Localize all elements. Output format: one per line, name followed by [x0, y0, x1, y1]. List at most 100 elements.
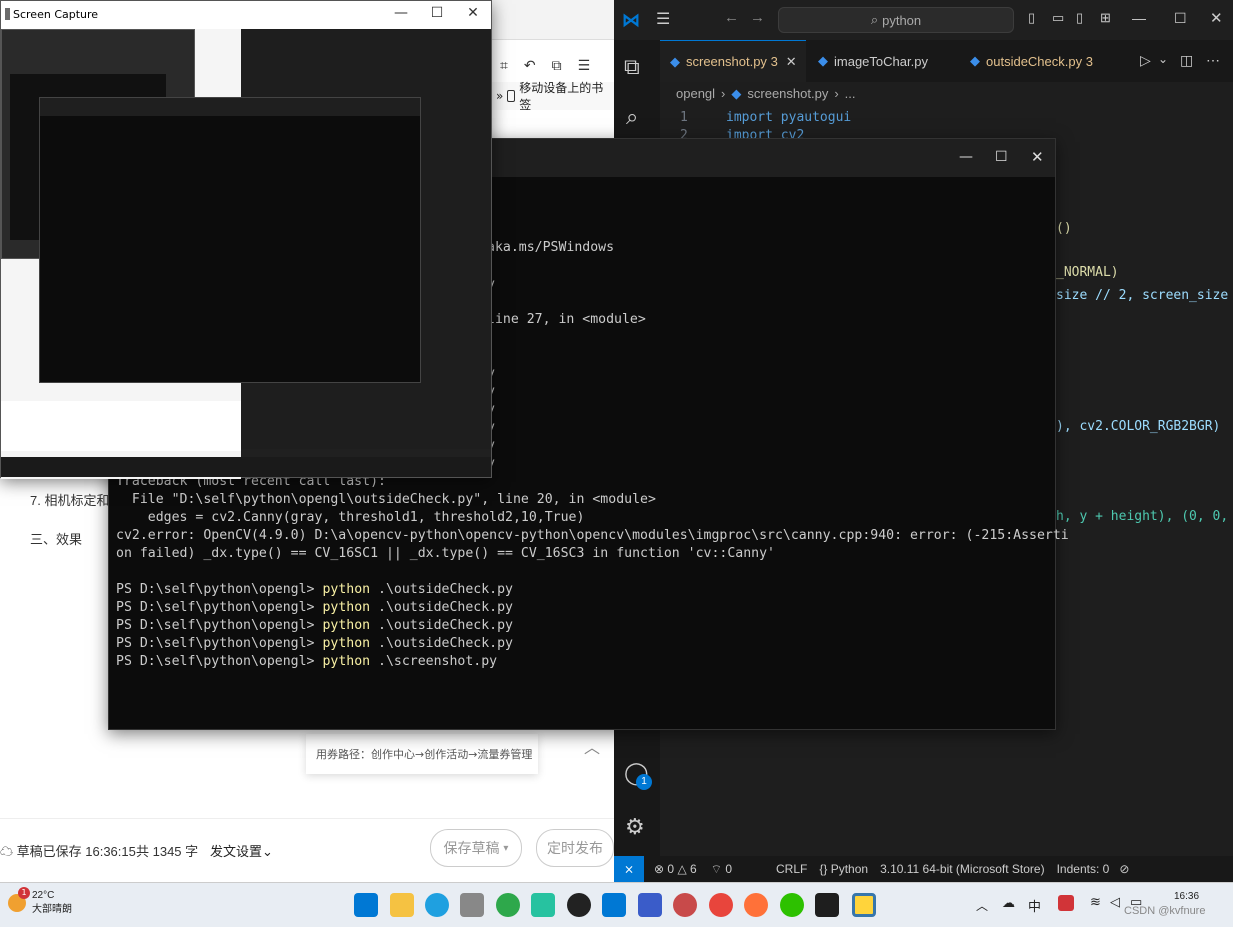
- edge-icon[interactable]: [425, 893, 449, 917]
- close-icon[interactable]: ✕: [1031, 148, 1044, 166]
- problems-indicator[interactable]: ⊗ 0 △ 6: [654, 862, 697, 876]
- vscode-icon[interactable]: [602, 893, 626, 917]
- toggle-panel-icon[interactable]: ▭: [1052, 10, 1064, 26]
- screen-capture-window: Screen Capture — ☐ ✕: [0, 0, 493, 479]
- code-fragment: ), cv2.COLOR_RGB2BGR): [1056, 419, 1221, 434]
- run-icon[interactable]: ▷: [1140, 52, 1151, 69]
- more-actions-icon[interactable]: ⋯: [1206, 52, 1220, 69]
- maximize-icon[interactable]: ☐: [995, 149, 1008, 165]
- traceback-line: on failed) _dx.type() == CV_16SC1 || _dx…: [116, 546, 775, 561]
- breadcrumb: opengl › ◆ screenshot.py › ...: [676, 86, 856, 102]
- broadcast-icon: ⌔: [710, 861, 722, 876]
- breadcrumb-item[interactable]: screenshot.py: [747, 86, 828, 102]
- maximize-icon[interactable]: ☐: [1174, 10, 1187, 27]
- chevron-down-icon[interactable]: ⌄: [1158, 52, 1168, 66]
- tab-label: screenshot.py: [686, 54, 767, 69]
- close-icon[interactable]: ✕: [1210, 9, 1223, 27]
- close-tab-icon[interactable]: ✕: [786, 54, 797, 70]
- chevron-up-icon[interactable]: ︿: [976, 897, 988, 914]
- crop-icon[interactable]: ⌗: [500, 58, 508, 74]
- cloud-icon: ☁: [0, 844, 14, 859]
- terminal-line: y: [487, 455, 646, 473]
- explorer-icon[interactable]: ⧉: [624, 54, 640, 80]
- minimize-icon[interactable]: —: [381, 5, 421, 21]
- wifi-icon[interactable]: ≋: [1090, 895, 1101, 910]
- file-explorer-icon[interactable]: [390, 893, 414, 917]
- forward-icon[interactable]: →: [750, 9, 765, 26]
- firefox-icon[interactable]: [744, 893, 768, 917]
- breadcrumb-item[interactable]: ...: [845, 86, 856, 102]
- command-arg: .\screenshot.py: [370, 654, 498, 669]
- publish-settings-button[interactable]: 发文设置⌄: [210, 841, 273, 860]
- wechat-icon[interactable]: [780, 893, 804, 917]
- mobile-bookmarks-link[interactable]: 移动设备上的书签: [519, 79, 614, 113]
- python-icon[interactable]: [852, 893, 876, 917]
- chrome-icon[interactable]: [709, 893, 733, 917]
- settings-gear-icon[interactable]: ⚙: [625, 814, 645, 840]
- toggle-sidebar-icon[interactable]: ▯: [1028, 10, 1035, 26]
- snipping-tool-icon[interactable]: [460, 893, 484, 917]
- language-indicator[interactable]: {} Python: [819, 862, 868, 876]
- tab-outsidecheck[interactable]: ◆ outsideCheck.py 3: [960, 40, 1120, 82]
- clock-time[interactable]: 16:36: [1174, 891, 1199, 902]
- cloud-icon[interactable]: ☁: [1002, 896, 1015, 911]
- tab-label: outsideCheck.py: [986, 53, 1083, 69]
- menu-icon[interactable]: ☰: [656, 9, 670, 29]
- layout-icon[interactable]: ⊞: [1100, 10, 1111, 26]
- save-draft-button[interactable]: 保存草稿 ▾: [430, 829, 522, 867]
- app-icon[interactable]: [673, 893, 697, 917]
- split-editor-icon[interactable]: ◫: [1180, 52, 1193, 69]
- code-fragment: h, y + height), (0, 0, 2: [1056, 509, 1233, 524]
- code-line[interactable]: import pyautogui: [726, 110, 851, 125]
- terminal-icon[interactable]: [815, 893, 839, 917]
- toggle-secondary-sidebar-icon[interactable]: ▯: [1076, 10, 1083, 26]
- command-arg: .\outsideCheck.py: [370, 618, 513, 633]
- tab-imagetochar[interactable]: ◆ imageToChar.py: [808, 40, 954, 82]
- minimize-icon[interactable]: —: [1132, 10, 1146, 26]
- terminal-line: line 27, in <module>: [487, 312, 646, 327]
- search-icon[interactable]: ⌕: [626, 104, 638, 130]
- error-icon: ⊗: [654, 862, 665, 876]
- weather-badge: 1: [18, 887, 30, 899]
- menu-icon[interactable]: ☰: [578, 58, 591, 74]
- ime-language[interactable]: 中: [1028, 896, 1041, 915]
- app-icon[interactable]: [638, 893, 662, 917]
- prompt: PS D:\self\python\opengl>: [116, 600, 323, 615]
- interpreter-indicator[interactable]: 3.10.11 64-bit (Microsoft Store): [880, 862, 1045, 876]
- indent-indicator[interactable]: Indents: 0: [1057, 862, 1110, 876]
- code-fragment: size // 2, screen_size /: [1056, 288, 1233, 303]
- undo-icon[interactable]: ↶: [524, 58, 536, 74]
- qq-icon[interactable]: [567, 893, 591, 917]
- close-icon[interactable]: ✕: [453, 5, 493, 21]
- terminal-output[interactable]: Traceback (most recent call last): File …: [116, 473, 1069, 671]
- start-icon[interactable]: [354, 893, 378, 917]
- weather-widget[interactable]: 1 22°C 大部晴朗: [8, 887, 72, 917]
- app-icon[interactable]: [496, 893, 520, 917]
- ports-indicator[interactable]: ⌔ 0: [711, 862, 732, 877]
- app-icon[interactable]: [531, 893, 555, 917]
- scroll-top-icon[interactable]: ︿: [584, 734, 600, 758]
- app-tray-icon[interactable]: [1058, 895, 1074, 911]
- eol-indicator[interactable]: CRLF: [776, 862, 807, 876]
- chevron-right-icon[interactable]: »: [496, 89, 503, 103]
- remote-icon[interactable]: ⨯: [614, 856, 644, 882]
- maximize-icon[interactable]: ☐: [417, 5, 457, 21]
- back-icon[interactable]: ←: [724, 9, 739, 26]
- save-draft-label: 保存草稿: [443, 840, 500, 856]
- terminal-line: y: [487, 419, 646, 437]
- vscode-logo-icon: ⋈: [622, 10, 640, 30]
- minimize-icon[interactable]: —: [959, 149, 973, 165]
- terminal-line: y: [487, 365, 646, 383]
- tab-problem-count: 3: [770, 54, 778, 69]
- volume-icon[interactable]: ◁: [1110, 895, 1120, 910]
- code-line[interactable]: import cv2: [726, 128, 804, 138]
- breadcrumb-item[interactable]: opengl: [676, 86, 715, 102]
- windows-taskbar: 1 22°C 大部晴朗 ︿ ☁ 中 ≋ ◁ ▭ 16:36 CSDN @kvfn…: [0, 882, 1233, 927]
- python-file-icon: ◆: [970, 53, 980, 68]
- no-sync-icon[interactable]: ⊘: [1119, 862, 1129, 876]
- tab-screenshot[interactable]: ◆ screenshot.py 3 ✕: [660, 40, 806, 82]
- schedule-publish-button[interactable]: 定时发布: [536, 829, 614, 867]
- extension-icon[interactable]: ⧉: [552, 58, 562, 74]
- bookmarks-bar: » 移动设备上的书签: [490, 79, 614, 113]
- command-search-input[interactable]: ⌕ python: [778, 7, 1014, 33]
